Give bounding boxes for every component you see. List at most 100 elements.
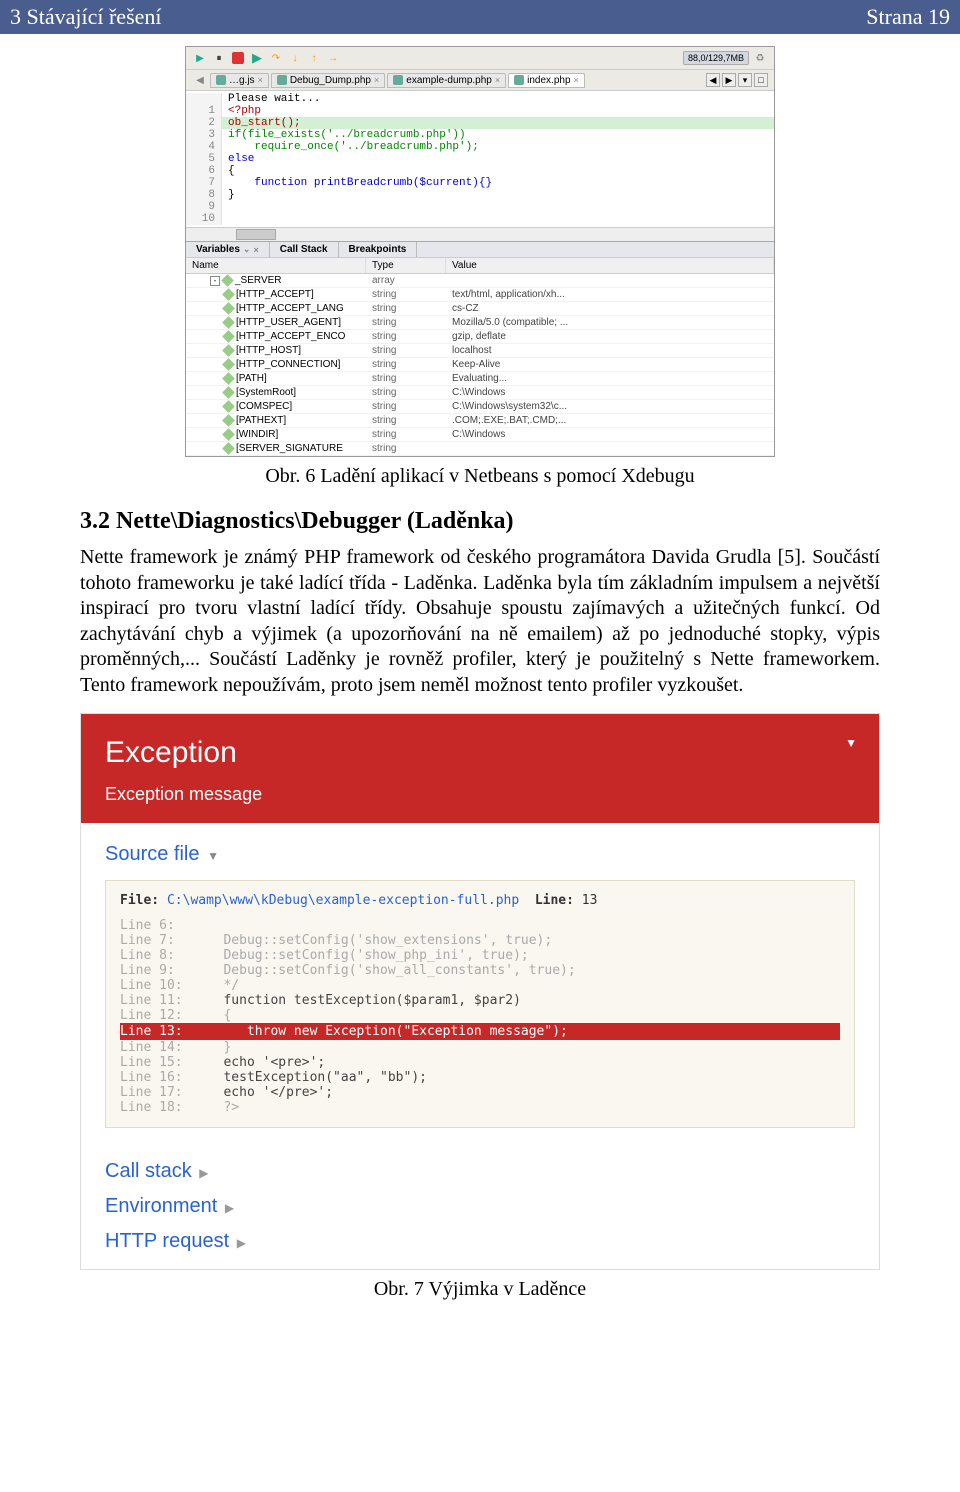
variable-row[interactable]: [PATHEXT]string.COM;.EXE;.BAT;.CMD;... [186, 414, 774, 428]
code-line: 1<?php [186, 105, 774, 117]
gc-icon[interactable]: ♻ [752, 50, 768, 66]
tabs-nav-left-icon[interactable]: ◀ [706, 73, 720, 87]
chevron-right-icon: ▶ [199, 1166, 208, 1180]
panel-pin-icon[interactable]: ⌄ [243, 244, 251, 255]
panel-tab-callstack[interactable]: Call Stack [270, 242, 339, 257]
chevron-down-icon: ▼ [207, 849, 219, 863]
variable-row[interactable]: [WINDIR]stringC:\Windows [186, 428, 774, 442]
figure-7-caption: Obr. 7 Výjimka v Laděnce [80, 1278, 880, 1301]
source-file-box: File: C:\wamp\www\kDebug\example-excepti… [105, 880, 855, 1128]
debug-continue-icon[interactable]: ▶ [249, 50, 265, 66]
memory-indicator: 88,0/129,7MB [683, 51, 749, 65]
var-name: [HTTP_CONNECTION] [236, 359, 340, 370]
tabs-nav-right-icon[interactable]: ▶ [722, 73, 736, 87]
code-line: 9 [186, 201, 774, 213]
panel-close-icon[interactable]: × [253, 245, 258, 255]
section-link[interactable]: Call stack ▶ [105, 1160, 855, 1183]
file-info: File: C:\wamp\www\kDebug\example-excepti… [120, 893, 840, 908]
variable-row[interactable]: [COMSPEC]stringC:\Windows\system32\c... [186, 400, 774, 414]
file-icon [216, 75, 226, 85]
variable-icon [222, 288, 235, 301]
source-line: Line 13: throw new Exception("Exception … [120, 1023, 840, 1040]
panel-tab-breakpoints[interactable]: Breakpoints [339, 242, 418, 257]
variable-row[interactable]: [SERVER_SIGNATUREstring [186, 442, 774, 456]
close-icon[interactable]: × [574, 75, 579, 85]
horizontal-scrollbar[interactable] [186, 227, 774, 241]
close-icon[interactable]: × [258, 75, 263, 85]
panel-tab-variables[interactable]: Variables ⌄× [186, 242, 270, 257]
variable-row[interactable]: [HTTP_ACCEPT_LANGstringcs-CZ [186, 302, 774, 316]
variable-row[interactable]: [HTTP_USER_AGENT]stringMozilla/5.0 (comp… [186, 316, 774, 330]
section-link[interactable]: Environment ▶ [105, 1195, 855, 1218]
close-icon[interactable]: × [495, 75, 500, 85]
source-line: Line 15: echo '<pre>'; [120, 1055, 840, 1070]
debug-stop-icon[interactable] [230, 50, 246, 66]
code-line: 10 [186, 213, 774, 225]
variable-icon [222, 414, 235, 427]
code-line: 4 require_once('../breadcrumb.php'); [186, 141, 774, 153]
var-name: [HTTP_HOST] [236, 345, 301, 356]
variable-row[interactable]: [HTTP_CONNECTION]stringKeep-Alive [186, 358, 774, 372]
code-line: 2ob_start(); [186, 117, 774, 129]
nb-code-editor[interactable]: Please wait...1<?php2ob_start();3if(file… [186, 91, 774, 227]
source-line: Line 17: echo '</pre>'; [120, 1085, 840, 1100]
variable-icon [222, 442, 235, 455]
ladenka-screenshot: ▼ Exception Exception message Source fil… [80, 713, 880, 1270]
variable-icon [222, 400, 235, 413]
chevron-right-icon: ▶ [225, 1201, 234, 1215]
code-line: Please wait... [186, 93, 774, 105]
editor-tab[interactable]: Debug_Dump.php× [271, 73, 385, 88]
line-number: 13 [582, 893, 598, 908]
nb-bottom-panels: Variables ⌄× Call Stack Breakpoints [186, 241, 774, 258]
vars-col-value: Value [446, 258, 774, 273]
netbeans-screenshot: ▶ ⏸ ▶ ↷ ↓ ↑ → 88,0/129,7MB ♻ ◀ …g.js×Deb… [185, 46, 775, 457]
section-title: Nette\Diagnostics\Debugger (Laděnka) [116, 508, 514, 534]
var-name: [COMSPEC] [236, 401, 292, 412]
variable-row[interactable]: [HTTP_ACCEPT_ENCOstringgzip, deflate [186, 330, 774, 344]
debug-finish-icon[interactable]: ▶ [192, 50, 208, 66]
section-number: 3.2 [80, 508, 110, 534]
variable-icon [222, 302, 235, 315]
collapse-arrow-icon[interactable]: ▼ [845, 736, 857, 750]
body-paragraph: Nette framework je známý PHP framework o… [80, 545, 880, 699]
debug-pause-icon[interactable]: ⏸ [211, 50, 227, 66]
source-file-section[interactable]: Source file ▼ [105, 843, 855, 866]
var-name: _SERVER [235, 275, 282, 286]
exception-header: Exception Exception message [81, 714, 879, 823]
header-left: 3 Stávající řešení [10, 4, 162, 30]
step-over-icon[interactable]: ↷ [268, 50, 284, 66]
figure-6-caption: Obr. 6 Ladění aplikací v Netbeans s pomo… [80, 465, 880, 488]
exception-message: Exception message [105, 784, 855, 805]
section-heading: 3.2 Nette\Diagnostics\Debugger (Laděnka) [80, 508, 880, 535]
chevron-right-icon: ▶ [237, 1236, 246, 1250]
section-link[interactable]: HTTP request ▶ [105, 1230, 855, 1253]
var-name: [WINDIR] [236, 429, 278, 440]
var-name: [PATHEXT] [236, 415, 286, 426]
tabs-maximize-icon[interactable]: □ [754, 73, 768, 87]
close-icon[interactable]: × [374, 75, 379, 85]
step-out-icon[interactable]: ↑ [306, 50, 322, 66]
variable-icon [222, 358, 235, 371]
variable-row[interactable]: [SystemRoot]stringC:\Windows [186, 386, 774, 400]
tab-label: Debug_Dump.php [290, 75, 371, 86]
variable-icon [222, 344, 235, 357]
variable-row[interactable]: [HTTP_HOST]stringlocalhost [186, 344, 774, 358]
vars-col-name: Name [186, 258, 366, 273]
tabs-scroll-left-icon[interactable]: ◀ [192, 72, 208, 88]
editor-tab[interactable]: …g.js× [210, 73, 269, 88]
tabs-dropdown-icon[interactable]: ▾ [738, 73, 752, 87]
editor-tab[interactable]: example-dump.php× [387, 73, 506, 88]
file-icon [277, 75, 287, 85]
source-line: Line 8: Debug::setConfig('show_php_ini',… [120, 948, 840, 963]
source-line: Line 6: [120, 918, 840, 933]
tree-collapse-icon[interactable]: - [210, 276, 220, 286]
code-line: 6{ [186, 165, 774, 177]
variable-row[interactable]: -_SERVERarray [186, 274, 774, 288]
step-into-icon[interactable]: ↓ [287, 50, 303, 66]
variable-icon [221, 274, 234, 287]
code-line: 5else [186, 153, 774, 165]
variable-row[interactable]: [PATH]stringEvaluating... [186, 372, 774, 386]
editor-tab[interactable]: index.php× [508, 73, 585, 88]
run-to-cursor-icon[interactable]: → [325, 50, 341, 66]
variable-row[interactable]: [HTTP_ACCEPT]stringtext/html, applicatio… [186, 288, 774, 302]
